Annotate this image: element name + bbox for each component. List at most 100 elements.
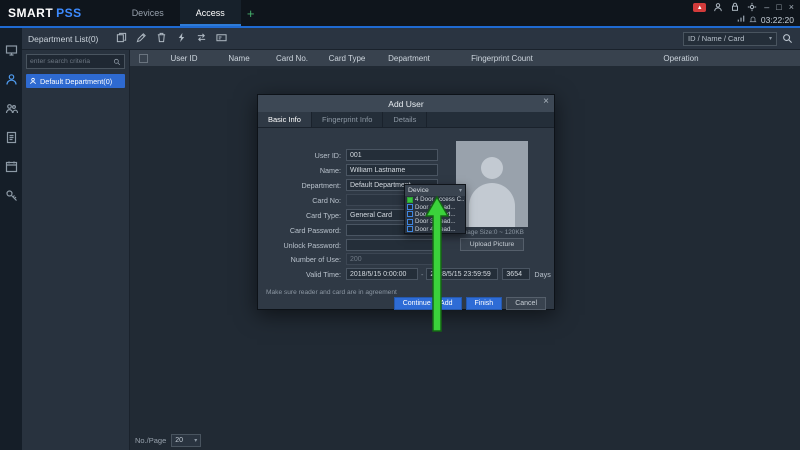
swap-icon[interactable] bbox=[196, 30, 207, 48]
copy-icon[interactable] bbox=[116, 30, 127, 48]
department-icon bbox=[30, 77, 36, 85]
silhouette-head bbox=[481, 157, 503, 179]
device-item-label: 4 Door Access C... bbox=[415, 196, 465, 204]
device-checkbox[interactable] bbox=[407, 226, 413, 233]
device-item-label: Door 4-Read... bbox=[415, 225, 456, 233]
device-checkbox[interactable] bbox=[407, 204, 413, 211]
module-rail bbox=[0, 28, 22, 450]
edit-icon[interactable] bbox=[136, 30, 147, 48]
device-item-label: Door 2-Read... bbox=[415, 210, 456, 218]
device-checkbox[interactable] bbox=[407, 196, 413, 203]
rail-monitor-icon[interactable] bbox=[5, 44, 18, 57]
settings-icon[interactable] bbox=[747, 2, 757, 14]
main-tabs: Devices Access + bbox=[116, 0, 261, 26]
finish-button[interactable]: Finish bbox=[465, 297, 503, 310]
close-button[interactable]: × bbox=[789, 3, 794, 12]
valid-time-to-field[interactable] bbox=[426, 268, 499, 280]
number-of-use-label: Number of Use: bbox=[290, 254, 341, 264]
page-size-label: No./Page bbox=[135, 435, 167, 445]
device-item[interactable]: Door 3-Read... bbox=[405, 218, 465, 225]
valid-time-label: Valid Time: bbox=[305, 269, 341, 279]
silhouette-body bbox=[469, 183, 515, 227]
unlock-password-field[interactable] bbox=[346, 239, 438, 251]
device-dropdown-header[interactable]: Device ▾ bbox=[405, 185, 465, 196]
alarm-icon[interactable]: ▲ bbox=[693, 3, 707, 12]
rail-key-icon[interactable] bbox=[5, 189, 18, 202]
search-filter-dropdown[interactable]: ID / Name / Card ▾ bbox=[683, 31, 777, 46]
card-password-label: Card Password: bbox=[289, 225, 341, 235]
logo-accent-text: PSS bbox=[56, 6, 82, 20]
user-id-field[interactable] bbox=[346, 149, 438, 161]
device-dropdown: Device ▾ 4 Door Access C... Door 1-Read.… bbox=[404, 184, 466, 234]
rail-group-icon[interactable] bbox=[5, 102, 18, 115]
network-status-icon bbox=[737, 15, 745, 25]
cancel-button[interactable]: Cancel bbox=[506, 297, 546, 310]
device-checkbox[interactable] bbox=[407, 218, 413, 225]
bell-icon bbox=[749, 15, 757, 25]
table-header: User ID Name Card No. Card Type Departme… bbox=[130, 50, 800, 66]
chevron-down-icon: ▾ bbox=[768, 36, 772, 42]
user-id-label: User ID: bbox=[314, 150, 341, 160]
select-all-checkbox[interactable] bbox=[138, 53, 148, 63]
user-icon[interactable] bbox=[713, 2, 723, 14]
tree-item-default-department[interactable]: Default Department(0) bbox=[26, 74, 125, 88]
device-item[interactable]: Door 1-Read... bbox=[405, 203, 465, 211]
card-icon[interactable] bbox=[216, 30, 227, 48]
device-item[interactable]: 4 Door Access C... bbox=[405, 196, 465, 203]
tab-basic-info[interactable]: Basic Info bbox=[258, 112, 312, 127]
rail-user-icon[interactable] bbox=[5, 73, 18, 86]
tab-details[interactable]: Details bbox=[383, 112, 428, 127]
device-checkbox[interactable] bbox=[407, 211, 413, 218]
device-item[interactable]: Door 4-Read... bbox=[405, 226, 465, 233]
page-size-select[interactable]: 20 ▾ bbox=[171, 433, 202, 447]
name-label: Name: bbox=[319, 165, 341, 175]
maximize-button[interactable]: □ bbox=[776, 3, 781, 12]
department-list-title: Department List(0) bbox=[28, 33, 99, 44]
logo-text: SMART bbox=[8, 6, 54, 20]
department-label: Department: bbox=[301, 180, 341, 190]
new-tab-button[interactable]: + bbox=[241, 0, 261, 26]
tab-access[interactable]: Access bbox=[179, 0, 241, 26]
continue-to-add-button[interactable]: Continue to Add bbox=[393, 297, 462, 310]
rail-calendar-icon[interactable] bbox=[5, 160, 18, 173]
dialog-title: Add User bbox=[388, 98, 424, 109]
dialog-tabs: Basic Info Fingerprint Info Details bbox=[258, 112, 554, 128]
rail-report-icon[interactable] bbox=[5, 131, 18, 144]
department-search bbox=[26, 54, 125, 69]
upload-picture-button[interactable]: Upload Picture bbox=[460, 238, 524, 251]
device-item-label: Door 1-Read... bbox=[415, 203, 456, 211]
device-dropdown-label: Device bbox=[408, 187, 429, 194]
tab-fingerprint-info[interactable]: Fingerprint Info bbox=[312, 112, 384, 127]
content-subheader: Department List(0) ID / Name / Card ▾ bbox=[22, 28, 800, 50]
lock-icon[interactable] bbox=[730, 2, 740, 14]
col-operation: Operation bbox=[663, 53, 699, 63]
dialog-close-icon[interactable]: × bbox=[543, 96, 549, 107]
unlock-password-label: Unlock Password: bbox=[283, 240, 341, 250]
search-button[interactable] bbox=[782, 33, 793, 44]
reader-agreement-note: Make sure reader and card are in agreeme… bbox=[266, 289, 397, 296]
user-photo-placeholder bbox=[456, 141, 528, 227]
valid-time-from-field[interactable] bbox=[346, 268, 418, 280]
col-card-type: Card Type bbox=[328, 53, 366, 63]
title-bar: SMART PSS Devices Access + ▲ – □ × 03:22… bbox=[0, 0, 800, 26]
minimize-button[interactable]: – bbox=[764, 3, 769, 12]
name-field[interactable] bbox=[346, 164, 438, 176]
page-size-value: 20 bbox=[175, 436, 184, 444]
department-search-input[interactable] bbox=[30, 58, 113, 65]
col-department: Department bbox=[388, 53, 430, 63]
department-toolbar bbox=[116, 30, 227, 48]
valid-days-field[interactable] bbox=[502, 268, 531, 280]
delete-icon[interactable] bbox=[156, 30, 167, 48]
col-user-id: User ID bbox=[170, 53, 198, 63]
department-value: Default Department bbox=[350, 181, 411, 189]
lightning-icon[interactable] bbox=[176, 30, 187, 48]
col-fingerprint-count: Fingerprint Count bbox=[471, 53, 533, 63]
clock-time: 03:22:20 bbox=[760, 14, 794, 25]
device-item[interactable]: Door 2-Read... bbox=[405, 211, 465, 218]
chevron-down-icon: ▾ bbox=[458, 188, 462, 194]
dialog-buttons: Continue to Add Finish Cancel bbox=[393, 297, 546, 310]
tab-devices[interactable]: Devices bbox=[116, 0, 180, 26]
smartpss-window: SMART PSS Devices Access + ▲ – □ × 03:22… bbox=[0, 0, 800, 450]
number-of-use-field[interactable] bbox=[346, 253, 438, 265]
filter-label: ID / Name / Card bbox=[688, 34, 745, 43]
